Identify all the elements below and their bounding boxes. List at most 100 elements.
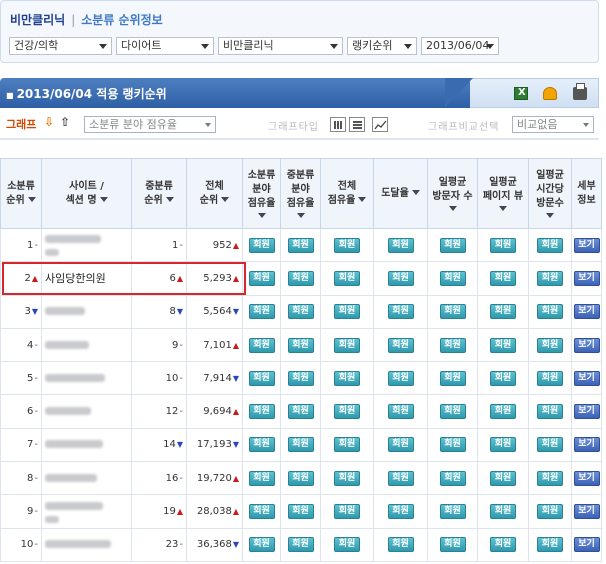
line-chart-icon[interactable]	[372, 117, 388, 132]
column-header-hourly-visits[interactable]: 일평균 시간당 방문수	[528, 158, 572, 229]
member-only-button[interactable]: 회원	[287, 504, 314, 520]
member-only-button[interactable]: 회원	[387, 304, 414, 320]
site-cell[interactable]: 사임당한의원	[41, 261, 132, 296]
sort-down-icon[interactable]	[411, 190, 420, 195]
ranking-type-select[interactable]: 랭키순위	[347, 37, 417, 55]
site-cell[interactable]	[41, 527, 132, 562]
member-only-button[interactable]: 회원	[248, 237, 275, 253]
member-only-button[interactable]: 회원	[334, 537, 360, 553]
arrow-up-icon[interactable]: ⇧	[60, 115, 70, 129]
member-only-button[interactable]: 회원	[439, 304, 466, 320]
member-only-button[interactable]: 회원	[287, 237, 314, 253]
member-only-button[interactable]: 회원	[490, 304, 516, 320]
sort-down-icon[interactable]	[27, 197, 36, 202]
member-only-button[interactable]: 회원	[490, 504, 516, 520]
category-select-3[interactable]: 비만클리닉	[218, 37, 343, 55]
member-only-button[interactable]: 회원	[537, 470, 563, 486]
category-select-2[interactable]: 다이어트	[116, 37, 214, 55]
site-cell[interactable]	[41, 227, 132, 263]
member-only-button[interactable]: 회원	[537, 437, 563, 453]
column-header-visitors[interactable]: 일평균 방문자 수	[427, 158, 478, 229]
member-only-button[interactable]: 회원	[334, 437, 360, 453]
member-only-button[interactable]: 회원	[439, 370, 466, 386]
member-only-button[interactable]: 회원	[387, 337, 414, 353]
member-only-button[interactable]: 회원	[490, 537, 516, 553]
view-detail-button[interactable]: 보기	[573, 370, 600, 386]
site-cell[interactable]	[41, 294, 132, 329]
column-header-total-rank[interactable]: 전체 순위	[186, 158, 243, 229]
compare-select[interactable]: 비교없음	[512, 116, 594, 133]
view-detail-button[interactable]: 보기	[573, 437, 600, 453]
sort-down-icon[interactable]	[448, 206, 457, 211]
graph-field-select[interactable]: 소분류 분야 점유율	[84, 116, 216, 133]
member-only-button[interactable]: 회원	[537, 404, 563, 420]
member-only-button[interactable]: 회원	[490, 404, 516, 420]
member-only-button[interactable]: 회원	[334, 237, 360, 253]
column-header-rank[interactable]: 소분류 순위	[0, 158, 42, 229]
member-only-button[interactable]: 회원	[537, 237, 563, 253]
member-only-button[interactable]: 회원	[334, 504, 360, 520]
member-only-button[interactable]: 회원	[387, 404, 414, 420]
view-detail-button[interactable]: 보기	[573, 470, 600, 486]
member-only-button[interactable]: 회원	[387, 504, 414, 520]
site-cell[interactable]	[41, 394, 132, 429]
member-only-button[interactable]: 회원	[334, 470, 360, 486]
member-only-button[interactable]: 회원	[287, 470, 314, 486]
column-header-mid-rank[interactable]: 중분류 순위	[131, 158, 187, 229]
member-only-button[interactable]: 회원	[387, 437, 414, 453]
column-header-pageviews[interactable]: 일평균 페이지 뷰	[477, 158, 529, 229]
member-only-button[interactable]: 회원	[537, 504, 563, 520]
column-header-reach[interactable]: 도달율	[373, 158, 428, 229]
view-detail-button[interactable]: 보기	[573, 504, 600, 520]
view-detail-button[interactable]: 보기	[573, 404, 600, 420]
member-only-button[interactable]: 회원	[334, 404, 360, 420]
member-only-button[interactable]: 회원	[334, 270, 360, 286]
site-cell[interactable]	[41, 361, 132, 396]
member-only-button[interactable]: 회원	[439, 437, 466, 453]
member-only-button[interactable]: 회원	[387, 537, 414, 553]
view-detail-button[interactable]: 보기	[573, 304, 600, 320]
sort-down-icon[interactable]	[296, 213, 305, 218]
member-only-button[interactable]: 회원	[537, 270, 563, 286]
list-chart-icon[interactable]	[349, 117, 365, 132]
member-only-button[interactable]: 회원	[439, 404, 466, 420]
member-only-button[interactable]: 회원	[439, 237, 466, 253]
member-only-button[interactable]: 회원	[490, 370, 516, 386]
sort-down-icon[interactable]	[499, 206, 507, 211]
site-cell[interactable]	[41, 327, 132, 363]
member-only-button[interactable]: 회원	[387, 370, 414, 386]
sort-down-icon[interactable]	[165, 197, 174, 202]
printer-icon[interactable]	[573, 83, 587, 100]
excel-icon[interactable]	[514, 87, 528, 100]
member-only-button[interactable]: 회원	[287, 304, 314, 320]
member-only-button[interactable]: 회원	[439, 470, 466, 486]
sort-down-icon[interactable]	[358, 197, 367, 202]
member-only-button[interactable]: 회원	[287, 337, 314, 353]
column-header-mid-share[interactable]: 중분류 분야 점유율	[280, 158, 321, 229]
member-only-button[interactable]: 회원	[334, 304, 360, 320]
site-cell[interactable]	[41, 494, 132, 529]
site-cell[interactable]	[41, 427, 132, 463]
member-only-button[interactable]: 회원	[490, 437, 516, 453]
people-icon[interactable]	[543, 87, 557, 100]
member-only-button[interactable]: 회원	[387, 470, 414, 486]
date-select[interactable]: 2013/06/04	[421, 37, 499, 55]
member-only-button[interactable]: 회원	[439, 270, 466, 286]
member-only-button[interactable]: 회원	[490, 237, 516, 253]
member-only-button[interactable]: 회원	[490, 470, 516, 486]
member-only-button[interactable]: 회원	[490, 270, 516, 286]
breadcrumb-current[interactable]: 비만클리닉	[10, 13, 65, 27]
member-only-button[interactable]: 회원	[248, 470, 275, 486]
member-only-button[interactable]: 회원	[490, 337, 516, 353]
member-only-button[interactable]: 회원	[287, 404, 314, 420]
member-only-button[interactable]: 회원	[287, 370, 314, 386]
sort-down-icon[interactable]	[221, 197, 230, 202]
site-cell[interactable]	[41, 461, 132, 496]
sort-down-icon[interactable]	[257, 213, 266, 218]
member-only-button[interactable]: 회원	[287, 437, 314, 453]
arrow-down-icon[interactable]: ⇩	[44, 115, 54, 129]
view-detail-button[interactable]: 보기	[573, 337, 600, 353]
member-only-button[interactable]: 회원	[439, 337, 466, 353]
member-only-button[interactable]: 회원	[537, 337, 563, 353]
view-detail-button[interactable]: 보기	[573, 537, 600, 553]
